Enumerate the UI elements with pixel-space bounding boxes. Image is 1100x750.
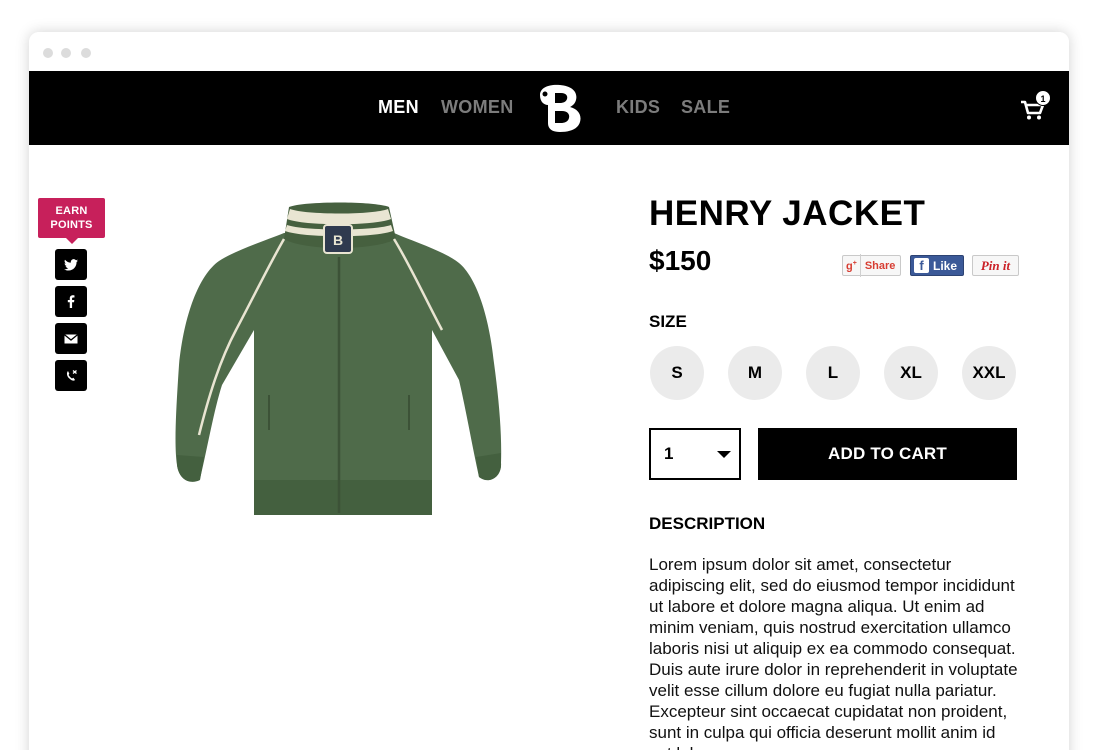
cart-count-badge: 1 bbox=[1035, 90, 1051, 106]
product-image: B bbox=[175, 202, 502, 515]
google-plus-share-label: Share bbox=[864, 259, 896, 272]
pinterest-pin-label: Pin it bbox=[980, 257, 1011, 273]
facebook-icon: f bbox=[914, 258, 929, 273]
window-dot[interactable] bbox=[81, 48, 91, 58]
nav-link-kids[interactable]: KIDS bbox=[616, 97, 660, 118]
twitter-share-button[interactable] bbox=[55, 249, 87, 280]
top-navbar: MEN WOMEN KIDS SALE 1 bbox=[29, 71, 1069, 145]
twitter-icon bbox=[64, 258, 78, 271]
pinterest-pin-button[interactable]: Pin it bbox=[972, 255, 1019, 276]
size-option-m[interactable]: M bbox=[728, 346, 782, 400]
earn-points-badge[interactable]: EARN POINTS bbox=[38, 198, 105, 244]
title-bar bbox=[29, 32, 1069, 71]
email-icon bbox=[64, 333, 78, 343]
google-plus-share-button[interactable]: g+ Share bbox=[842, 254, 901, 277]
size-option-xl[interactable]: XL bbox=[884, 346, 938, 400]
browser-window: MEN WOMEN KIDS SALE 1 EARN POINTS B HENR… bbox=[29, 32, 1069, 750]
facebook-like-button[interactable]: f Like bbox=[910, 255, 964, 276]
description-label: DESCRIPTION bbox=[649, 514, 766, 533]
email-share-button[interactable] bbox=[55, 323, 87, 354]
size-option-l[interactable]: L bbox=[806, 346, 860, 400]
product-title: HENRY JACKET bbox=[649, 194, 926, 233]
google-plus-icon: g+ bbox=[843, 254, 861, 277]
facebook-like-label: Like bbox=[933, 258, 958, 273]
window-dot[interactable] bbox=[43, 48, 53, 58]
nav-link-men[interactable]: MEN bbox=[378, 97, 419, 118]
product-price: $150 bbox=[649, 245, 712, 276]
brand-logo[interactable] bbox=[534, 83, 586, 133]
phone-icon bbox=[66, 370, 77, 381]
nav-link-women[interactable]: WOMEN bbox=[441, 97, 514, 118]
size-label: SIZE bbox=[649, 312, 687, 331]
size-option-s[interactable]: S bbox=[650, 346, 704, 400]
phone-share-button[interactable] bbox=[55, 360, 87, 391]
add-to-cart-button[interactable]: ADD TO CART bbox=[758, 428, 1017, 480]
facebook-icon bbox=[67, 295, 75, 308]
size-option-xxl[interactable]: XXL bbox=[962, 346, 1016, 400]
svg-text:B: B bbox=[333, 232, 343, 248]
facebook-share-button[interactable] bbox=[55, 286, 87, 317]
nav-link-sale[interactable]: SALE bbox=[681, 97, 730, 118]
chevron-down-icon bbox=[717, 451, 731, 458]
description-text: Lorem ipsum dolor sit amet, consectetur … bbox=[649, 555, 1018, 750]
window-dot[interactable] bbox=[61, 48, 71, 58]
